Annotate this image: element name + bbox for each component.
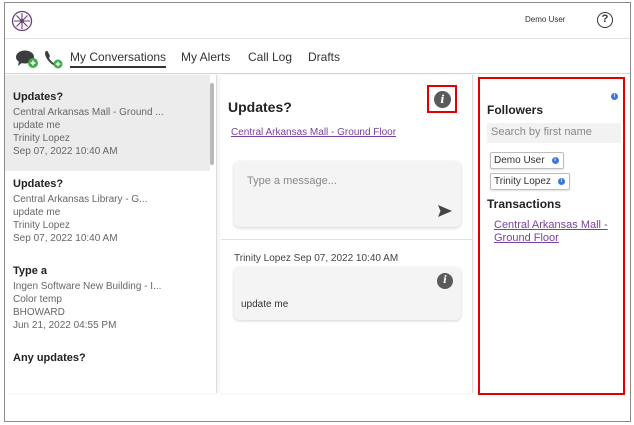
conversation-location: Central Arkansas Mall - Ground ...: [13, 107, 164, 118]
detail-title: Updates?: [228, 99, 292, 115]
user-name[interactable]: Demo User: [525, 15, 565, 24]
conversation-preview: update me: [13, 120, 61, 131]
message-author: Trinity Lopez: [234, 253, 291, 264]
info-icon[interactable]: i: [437, 273, 453, 289]
conversation-item[interactable]: Updates? Central Arkansas Library - G...…: [5, 162, 210, 249]
message-input[interactable]: Type a message...: [247, 175, 337, 187]
tab-call-log[interactable]: Call Log: [248, 50, 292, 64]
conversation-location: Central Arkansas Library - G...: [13, 194, 148, 205]
compass-logo-icon[interactable]: [11, 10, 33, 32]
info-badge-icon[interactable]: i: [551, 157, 559, 164]
conversation-item[interactable]: Type a Ingen Software New Building - I..…: [5, 249, 210, 336]
send-icon[interactable]: [438, 205, 452, 217]
conversation-location: Ingen Software New Building - I...: [13, 281, 162, 292]
help-icon[interactable]: ?: [597, 12, 613, 28]
conversation-date: Sep 07, 2022 10:40 AM: [13, 233, 118, 244]
conversation-detail: Updates? i Central Arkansas Mall - Groun…: [221, 75, 473, 393]
info-badge-icon[interactable]: i: [611, 93, 618, 100]
message-composer: Type a message...: [234, 161, 461, 227]
conversation-title: Updates?: [13, 91, 64, 103]
followers-heading: Followers: [487, 103, 544, 117]
follower-chip[interactable]: Demo User i: [490, 152, 564, 169]
transactions-heading: Transactions: [487, 197, 562, 211]
conversation-preview: update me: [13, 207, 61, 218]
conversation-date: Sep 07, 2022 10:40 AM: [13, 146, 118, 157]
follower-name: Trinity Lopez: [494, 176, 551, 187]
transaction-link[interactable]: Central Arkansas Mall - Ground Floor: [494, 219, 622, 245]
followers-panel: i Followers Search by first name Demo Us…: [478, 77, 625, 395]
info-icon[interactable]: i: [434, 91, 451, 108]
info-badge-icon[interactable]: i: [557, 178, 565, 185]
message-meta: Trinity Lopez Sep 07, 2022 10:40 AM: [234, 253, 398, 264]
follower-name: Demo User: [494, 155, 545, 166]
section-divider: [221, 239, 473, 240]
chat-icon[interactable]: [15, 49, 39, 69]
follower-chip[interactable]: Trinity Lopez i: [490, 173, 570, 190]
info-highlight: i: [427, 85, 457, 113]
message-date: Sep 07, 2022 10:40 AM: [293, 253, 399, 264]
conversation-item[interactable]: Any updates?: [5, 336, 210, 393]
conversation-date: Jun 21, 2022 04:55 PM: [13, 320, 117, 331]
conversation-list: Updates? Central Arkansas Mall - Ground …: [5, 75, 217, 393]
conversation-author: Trinity Lopez: [13, 220, 70, 231]
top-header: Demo User ?: [5, 3, 630, 39]
message-text: update me: [241, 299, 289, 310]
tab-drafts[interactable]: Drafts: [308, 50, 340, 64]
tab-my-alerts[interactable]: My Alerts: [181, 50, 230, 64]
conversation-preview: Color temp: [13, 294, 62, 305]
list-scrollbar[interactable]: [210, 83, 214, 165]
conversation-title: Any updates?: [13, 352, 86, 364]
message-card: i update me: [234, 267, 461, 320]
app-window: Demo User ? My Conversations My Alerts C…: [4, 2, 631, 422]
main-nav: My Conversations My Alerts Call Log Draf…: [5, 40, 630, 74]
conversation-title: Updates?: [13, 178, 64, 190]
conversation-item[interactable]: Updates? Central Arkansas Mall - Ground …: [5, 75, 210, 171]
follower-search-input[interactable]: Search by first name: [487, 123, 621, 143]
tab-my-conversations[interactable]: My Conversations: [70, 50, 167, 68]
conversation-author: Trinity Lopez: [13, 133, 70, 144]
detail-location-link[interactable]: Central Arkansas Mall - Ground Floor: [231, 127, 396, 138]
conversation-title: Type a: [13, 265, 48, 277]
conversation-author: BHOWARD: [13, 307, 65, 318]
phone-icon[interactable]: [43, 49, 63, 69]
